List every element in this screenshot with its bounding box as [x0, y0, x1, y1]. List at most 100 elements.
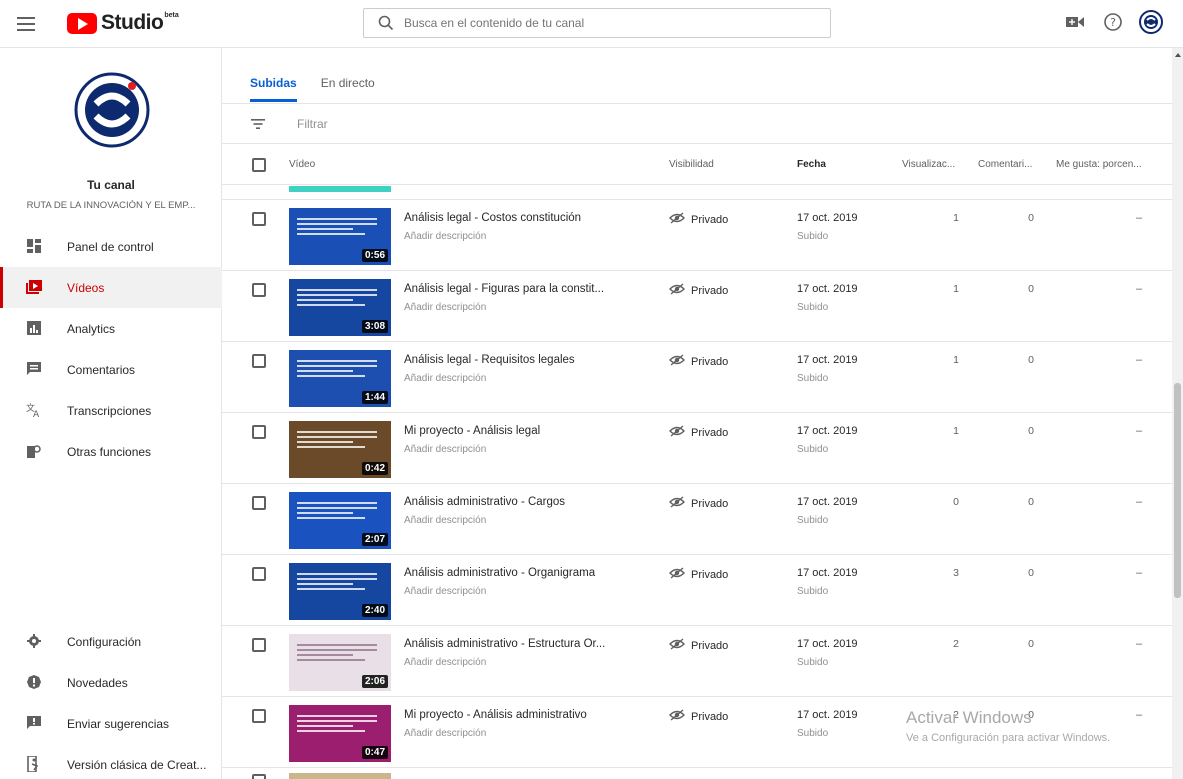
scrollbar-thumb[interactable] — [1174, 383, 1181, 598]
row-checkbox[interactable] — [252, 567, 266, 581]
table-row[interactable]: 1:44 Análisis legal - Requisitos legales A… — [222, 342, 1172, 413]
sidebar-item-feedback[interactable]: Enviar sugerencias — [0, 703, 222, 744]
table-row[interactable]: 2:07 Análisis administrativo - Cargos Añad… — [222, 484, 1172, 555]
header-video: Vídeo — [289, 159, 316, 170]
video-thumbnail[interactable]: 2:07 — [289, 492, 391, 549]
help-icon[interactable]: ? — [1101, 10, 1125, 34]
channel-avatar[interactable] — [72, 70, 152, 150]
video-title[interactable]: Análisis administrativo - Estructura Or.… — [404, 638, 605, 650]
dashboard-icon — [26, 238, 42, 254]
visibility-label: Privado — [691, 568, 729, 581]
table-row[interactable]: 3:08 Análisis legal - Figuras para la con… — [222, 271, 1172, 342]
visibility-label: Privado — [691, 213, 729, 226]
sidebar-item-other-features[interactable]: Otras funciones — [0, 431, 222, 472]
row-checkbox[interactable] — [252, 774, 266, 779]
row-checkbox[interactable] — [252, 425, 266, 439]
scrollbar[interactable] — [1172, 48, 1183, 779]
table-row[interactable]: 0:42 Mi proyecto - Análisis legal Añadir d… — [222, 413, 1172, 484]
header-views[interactable]: Visualizac... — [902, 159, 955, 170]
studio-logo[interactable]: Studio beta — [67, 11, 179, 35]
sidebar-item-news[interactable]: Novedades — [0, 662, 222, 703]
visibility-cell[interactable]: Privado — [669, 283, 728, 298]
visibility-cell[interactable]: Privado — [669, 638, 728, 653]
row-checkbox[interactable] — [252, 638, 266, 652]
sidebar-item-classic-studio[interactable]: Versión clásica de Creat... — [0, 744, 222, 779]
sidebar-item-label: Panel de control — [67, 240, 154, 254]
row-checkbox[interactable] — [252, 496, 266, 510]
menu-icon[interactable] — [14, 12, 38, 36]
video-title[interactable]: Mi proyecto - Análisis legal — [404, 425, 540, 437]
row-checkbox[interactable] — [252, 283, 266, 297]
video-title[interactable]: Análisis legal - Figuras para la constit… — [404, 283, 604, 295]
visibility-cell[interactable]: Privado — [669, 354, 728, 369]
sidebar-item-videos[interactable]: Vídeos — [0, 267, 222, 308]
video-description[interactable]: Añadir descripción — [404, 728, 486, 739]
sidebar-nav: Panel de control Vídeos Analytics Coment… — [0, 226, 222, 472]
video-title[interactable]: Análisis legal - Requisitos legales — [404, 354, 575, 366]
video-description[interactable]: Añadir descripción — [404, 586, 486, 597]
table-row[interactable]: 0:56 Análisis legal - Costos constitución… — [222, 200, 1172, 271]
sidebar-item-settings[interactable]: Configuración — [0, 621, 222, 662]
sidebar-item-dashboard[interactable]: Panel de control — [0, 226, 222, 267]
filter-row[interactable]: Filtrar — [222, 104, 1172, 144]
video-description[interactable]: Añadir descripción — [404, 302, 486, 313]
video-description[interactable]: Añadir descripción — [404, 515, 486, 526]
video-title[interactable]: Mi proyecto - Análisis administrativo — [404, 709, 587, 721]
video-description[interactable]: Añadir descripción — [404, 657, 486, 668]
video-date: 17 oct. 2019 — [797, 283, 858, 295]
select-all-checkbox[interactable] — [252, 158, 266, 172]
tab-live[interactable]: En directo — [321, 76, 375, 102]
video-thumbnail[interactable]: 1:44 — [289, 350, 391, 407]
search-box[interactable] — [363, 8, 831, 38]
video-comments: 0 — [1028, 425, 1034, 437]
video-title[interactable]: Análisis legal - Costos constitución — [404, 212, 581, 224]
video-thumbnail[interactable]: 0:42 — [289, 421, 391, 478]
video-thumbnail[interactable]: 2:40 — [289, 563, 391, 620]
video-description[interactable]: Añadir descripción — [404, 373, 486, 384]
avatar[interactable] — [1139, 10, 1163, 34]
eye-off-icon — [669, 283, 685, 298]
table-row[interactable]: 2:40 Análisis administrativo - Organigram… — [222, 555, 1172, 626]
row-checkbox[interactable] — [252, 212, 266, 226]
filter-icon[interactable] — [250, 116, 266, 132]
row-checkbox[interactable] — [252, 354, 266, 368]
video-thumbnail[interactable]: 3:08 — [289, 279, 391, 336]
video-title[interactable]: Análisis administrativo - Organigrama — [404, 567, 595, 579]
row-checkbox[interactable] — [252, 709, 266, 723]
header-comments[interactable]: Comentari... — [978, 159, 1032, 170]
header-likes[interactable]: Me gusta: porcen... — [1056, 159, 1142, 170]
video-thumbnail[interactable]: 0:56 — [289, 208, 391, 265]
thumbnail-text — [297, 360, 377, 380]
search-input[interactable] — [404, 16, 824, 30]
header-visibility[interactable]: Visibilidad — [669, 159, 714, 170]
table-row-partial — [222, 186, 1172, 200]
scroll-up-icon[interactable] — [1175, 53, 1181, 57]
sidebar-item-transcriptions[interactable]: 文A Transcripciones — [0, 390, 222, 431]
visibility-cell[interactable]: Privado — [669, 425, 728, 440]
visibility-cell[interactable]: Privado — [669, 496, 728, 511]
header-date[interactable]: Fecha — [797, 159, 826, 170]
main-content: Subidas En directo Filtrar Vídeo Visibil… — [222, 48, 1172, 779]
visibility-cell[interactable]: Privado — [669, 212, 728, 227]
filter-input[interactable]: Filtrar — [297, 117, 328, 131]
channel-title: Tu canal — [87, 178, 135, 192]
sidebar-item-comments[interactable]: Comentarios — [0, 349, 222, 390]
visibility-cell[interactable]: Privado — [669, 709, 728, 724]
watermark-title: Activar Windows — [906, 708, 1032, 727]
table-row[interactable]: 2:06 Análisis administrativo - Estructura… — [222, 626, 1172, 697]
thumbnail-text — [297, 715, 377, 735]
video-description[interactable]: Añadir descripción — [404, 231, 486, 242]
thumbnail-text — [297, 218, 377, 238]
visibility-cell[interactable]: Privado — [669, 567, 728, 582]
sidebar: Tu canal RUTA DE LA INNOVACIÓN Y EL EMP.… — [0, 48, 222, 779]
video-comments: 0 — [1028, 212, 1034, 224]
sidebar-item-analytics[interactable]: Analytics — [0, 308, 222, 349]
video-thumbnail[interactable]: 0:47 — [289, 705, 391, 762]
video-description[interactable]: Añadir descripción — [404, 444, 486, 455]
thumbnail-text — [297, 644, 377, 664]
gear-icon — [26, 633, 42, 649]
video-title[interactable]: Análisis administrativo - Cargos — [404, 496, 565, 508]
tab-uploads[interactable]: Subidas — [250, 76, 297, 102]
create-video-icon[interactable] — [1063, 10, 1087, 34]
video-thumbnail[interactable]: 2:06 — [289, 634, 391, 691]
